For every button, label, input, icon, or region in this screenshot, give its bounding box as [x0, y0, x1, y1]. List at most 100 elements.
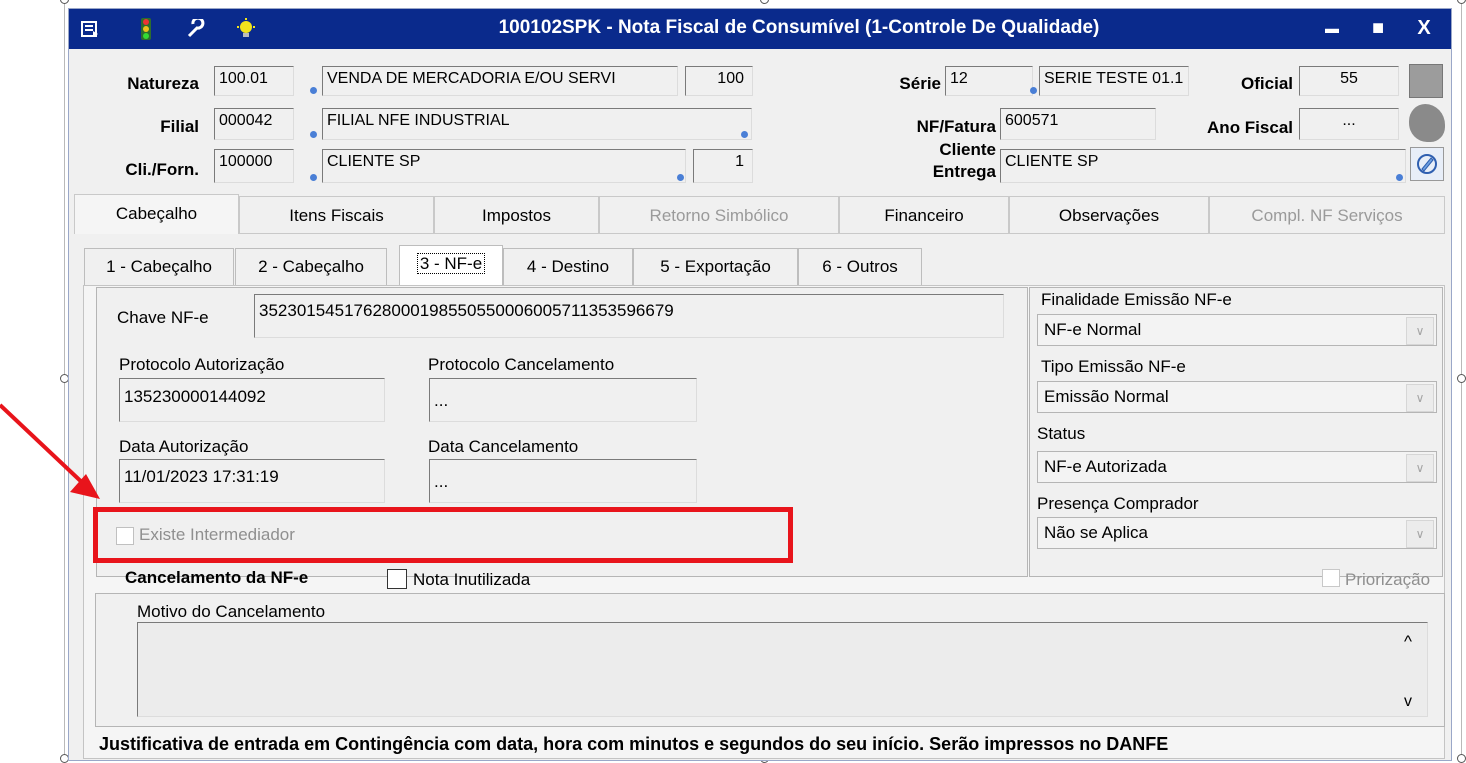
- cliforn-desc-field[interactable]: CLIENTE SP: [322, 149, 686, 183]
- close-button[interactable]: X: [1409, 15, 1439, 41]
- tipo-emissao-select[interactable]: Emissão Normal ∨: [1037, 381, 1437, 413]
- priorizacao-label: Priorização: [1345, 570, 1431, 589]
- cancelamento-title: Cancelamento da NF-e: [125, 568, 309, 587]
- scroll-down-button[interactable]: v: [1397, 693, 1419, 715]
- finalidade-label: Finalidade Emissão NF-e: [1041, 290, 1232, 309]
- nf-fatura-field[interactable]: 600571: [1000, 108, 1156, 140]
- presenca-comprador-value: Não se Aplica: [1044, 523, 1148, 542]
- chave-nfe-field[interactable]: 3523015451762800019855055000600571135359…: [254, 294, 1004, 338]
- motivo-cancelamento-label: Motivo do Cancelamento: [137, 602, 326, 621]
- nota-inutilizada-label: Nota Inutilizada: [413, 570, 531, 589]
- window-title: 100102SPK - Nota Fiscal de Consumível (1…: [498, 17, 1100, 38]
- serie-code-field[interactable]: 12: [945, 66, 1033, 96]
- subtab-3-nfe[interactable]: 3 - NF-e: [399, 245, 503, 287]
- filial-desc-field[interactable]: FILIAL NFE INDUSTRIAL: [322, 108, 752, 140]
- title-bar[interactable]: 100102SPK - Nota Fiscal de Consumível (1…: [69, 9, 1451, 49]
- ano-fiscal-button[interactable]: [1409, 104, 1445, 142]
- cliente-entrega-label-line1: Cliente: [939, 140, 996, 159]
- finalidade-select[interactable]: NF-e Normal ∨: [1037, 314, 1437, 346]
- tab-itens-fiscais[interactable]: Itens Fiscais: [239, 196, 434, 234]
- list-icon[interactable]: [79, 18, 101, 40]
- resize-handle-bottom-right[interactable]: [1457, 754, 1466, 763]
- subtab-1-cabecalho[interactable]: 1 - Cabeçalho: [84, 248, 234, 286]
- chevron-down-icon[interactable]: ∨: [1406, 520, 1434, 548]
- chevron-down-icon[interactable]: ∨: [1406, 384, 1434, 412]
- filial-desc-lookup-icon[interactable]: [741, 131, 748, 138]
- filial-lookup-icon[interactable]: [310, 131, 317, 138]
- cliforn-label: Cli./Forn.: [125, 160, 199, 179]
- filial-code-field[interactable]: 000042: [214, 108, 294, 140]
- priorizacao-checkbox[interactable]: [1322, 569, 1340, 587]
- filial-label: Filial: [160, 117, 199, 136]
- cliforn-desc-lookup-icon[interactable]: [677, 174, 684, 181]
- protocolo-cancelamento-label: Protocolo Cancelamento: [428, 355, 615, 374]
- tipo-emissao-label: Tipo Emissão NF-e: [1041, 357, 1186, 376]
- lightbulb-icon[interactable]: [235, 18, 257, 40]
- cliforn-lookup-icon[interactable]: [310, 174, 317, 181]
- tipo-emissao-value: Emissão Normal: [1044, 387, 1169, 406]
- minimize-button[interactable]: ▬: [1317, 15, 1347, 41]
- subtab-2-cabecalho[interactable]: 2 - Cabeçalho: [235, 248, 387, 286]
- subtab-6-outros[interactable]: 6 - Outros: [798, 248, 922, 286]
- nota-fiscal-window: 100102SPK - Nota Fiscal de Consumível (1…: [68, 8, 1452, 761]
- maximize-button[interactable]: ■: [1363, 15, 1393, 41]
- highlight-box: [93, 507, 793, 563]
- oficial-field[interactable]: 55: [1299, 66, 1399, 96]
- resize-handle-top-right[interactable]: [1457, 0, 1466, 4]
- nf-fatura-label: NF/Fatura: [916, 117, 996, 136]
- tab-retorno-simbolico[interactable]: Retorno Simbólico: [599, 196, 839, 234]
- serie-label: Série: [899, 74, 941, 93]
- traffic-light-icon[interactable]: [135, 18, 157, 40]
- tab-impostos[interactable]: Impostos: [434, 196, 599, 234]
- data-cancelamento-field[interactable]: ...: [429, 459, 697, 503]
- protocolo-autorizacao-label: Protocolo Autorização: [119, 355, 285, 374]
- data-autorizacao-label: Data Autorização: [119, 437, 249, 456]
- tab-cabecalho[interactable]: Cabeçalho: [74, 194, 239, 234]
- finalidade-value: NF-e Normal: [1044, 320, 1142, 339]
- justificativa-label: Justificativa de entrada em Contingência…: [99, 734, 1169, 754]
- tab-compl-nf-servicos[interactable]: Compl. NF Serviços: [1209, 196, 1445, 234]
- ano-fiscal-field[interactable]: ...: [1299, 108, 1399, 140]
- natureza-num-field[interactable]: 100: [685, 66, 753, 96]
- natureza-label: Natureza: [127, 74, 199, 93]
- natureza-code-field[interactable]: 100.01: [214, 66, 294, 96]
- ano-fiscal-label: Ano Fiscal: [1207, 118, 1293, 137]
- presenca-comprador-label: Presença Comprador: [1037, 494, 1199, 513]
- oficial-button[interactable]: [1409, 64, 1443, 98]
- data-autorizacao-field[interactable]: 11/01/2023 17:31:19: [119, 459, 385, 503]
- scroll-up-button[interactable]: ^: [1397, 632, 1419, 654]
- wrench-icon[interactable]: [185, 18, 207, 40]
- motivo-cancelamento-textarea[interactable]: [137, 622, 1428, 717]
- cliente-entrega-label: Cliente Entrega: [879, 139, 996, 183]
- status-label: Status: [1037, 424, 1086, 443]
- nota-inutilizada-checkbox[interactable]: [387, 569, 407, 589]
- subtab-3-nfe-label: 3 - NF-e: [416, 253, 486, 274]
- cliente-entrega-field[interactable]: CLIENTE SP: [1000, 149, 1406, 183]
- subtab-5-exportacao[interactable]: 5 - Exportação: [633, 248, 798, 286]
- cliforn-num-field[interactable]: 1: [693, 149, 753, 183]
- cliforn-code-field[interactable]: 100000: [214, 149, 294, 183]
- oficial-label: Oficial: [1241, 74, 1293, 93]
- resize-handle-top-mid[interactable]: [760, 0, 769, 4]
- cliente-entrega-label-line2: Entrega: [932, 162, 996, 181]
- subtab-4-destino[interactable]: 4 - Destino: [503, 248, 633, 286]
- status-value: NF-e Autorizada: [1044, 457, 1167, 476]
- serie-lookup-icon[interactable]: [1030, 87, 1037, 94]
- natureza-lookup-icon[interactable]: [310, 87, 317, 94]
- protocolo-cancelamento-field[interactable]: ...: [429, 378, 697, 422]
- presenca-comprador-select[interactable]: Não se Aplica ∨: [1037, 517, 1437, 549]
- chevron-down-icon[interactable]: ∨: [1406, 454, 1434, 482]
- resize-handle-top-left[interactable]: [60, 0, 69, 4]
- edit-icon[interactable]: [1410, 147, 1444, 181]
- data-cancelamento-label: Data Cancelamento: [428, 437, 579, 456]
- protocolo-autorizacao-field[interactable]: 135230000144092: [119, 378, 385, 422]
- cliente-entrega-lookup-icon[interactable]: [1396, 174, 1403, 181]
- tab-financeiro[interactable]: Financeiro: [839, 196, 1009, 234]
- natureza-desc-field[interactable]: VENDA DE MERCADORIA E/OU SERVI: [322, 66, 678, 96]
- resize-handle-mid-right[interactable]: [1457, 374, 1466, 383]
- status-select[interactable]: NF-e Autorizada ∨: [1037, 451, 1437, 483]
- tab-observacoes[interactable]: Observações: [1009, 196, 1209, 234]
- chave-nfe-label: Chave NF-e: [117, 308, 209, 327]
- chevron-down-icon[interactable]: ∨: [1406, 317, 1434, 345]
- serie-desc-field[interactable]: SERIE TESTE 01.1: [1039, 66, 1189, 96]
